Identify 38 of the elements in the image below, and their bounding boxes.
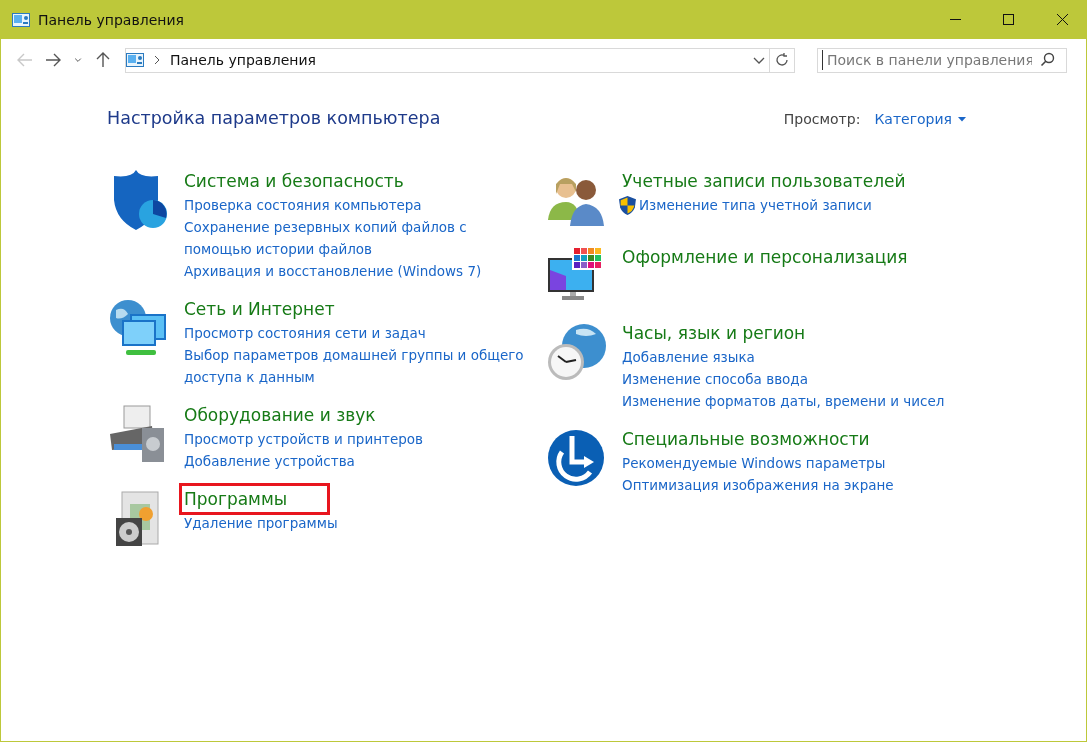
maximize-icon	[1003, 14, 1015, 26]
category-link[interactable]: Оптимизация изображения на экране	[622, 474, 894, 496]
control-panel-icon	[12, 13, 30, 27]
page-title: Настройка параметров компьютера	[107, 108, 441, 128]
category-title[interactable]: Система и безопасность	[179, 165, 447, 197]
category-link[interactable]: Изменение типа учетной записи	[639, 194, 872, 216]
minimize-icon	[949, 19, 961, 21]
category-title[interactable]: Оформление и персонализация	[617, 241, 951, 273]
category-link[interactable]: Архивация и восстановление (Windows 7)	[184, 260, 482, 282]
category-link[interactable]: Проверка состояния компьютера	[184, 194, 422, 216]
category-link[interactable]: Рекомендуемые Windows параметры	[622, 452, 886, 474]
category-link[interactable]: Добавление языка	[622, 346, 755, 368]
category-title[interactable]: Оборудование и звук	[179, 399, 419, 431]
search-icon	[1040, 52, 1056, 68]
category-title[interactable]: Специальные возможности	[617, 423, 913, 455]
search-field[interactable]: Поиск в панели управления	[817, 47, 1067, 73]
globe-clock-icon	[546, 322, 606, 382]
category-link[interactable]: Сохранение резервных копий файлов с помощью истории файлов	[184, 216, 529, 260]
accessibility-icon	[546, 428, 606, 488]
close-icon	[1057, 14, 1069, 26]
category-link[interactable]: Изменение форматов даты, времени и чисел	[622, 390, 945, 412]
window-title: Панель управления	[38, 12, 185, 28]
category-link[interactable]: Просмотр состояния сети и задач	[184, 322, 426, 344]
category-link[interactable]: Выбор параметров домашней группы и общего доступа к данным	[184, 344, 529, 388]
category-link[interactable]: Просмотр устройств и принтеров	[184, 428, 423, 450]
network-computers-icon	[108, 298, 168, 358]
category-title[interactable]: Часы, язык и регион	[617, 317, 849, 349]
caret-icon	[958, 116, 966, 122]
category-title[interactable]: Сеть и Интернет	[179, 293, 378, 325]
category-link[interactable]: Добавление устройства	[184, 450, 355, 472]
refresh-icon	[774, 52, 790, 68]
view-dropdown[interactable]: Категория	[874, 111, 966, 127]
category-link[interactable]: Удаление программы	[184, 512, 338, 534]
category-title[interactable]: Учетные записи пользователей	[617, 165, 949, 197]
category-title[interactable]: Программы	[179, 483, 331, 515]
view-label: Просмотр:	[783, 111, 861, 127]
control-panel-icon	[126, 53, 144, 67]
category-link[interactable]: Изменение способа ввода	[622, 368, 808, 390]
